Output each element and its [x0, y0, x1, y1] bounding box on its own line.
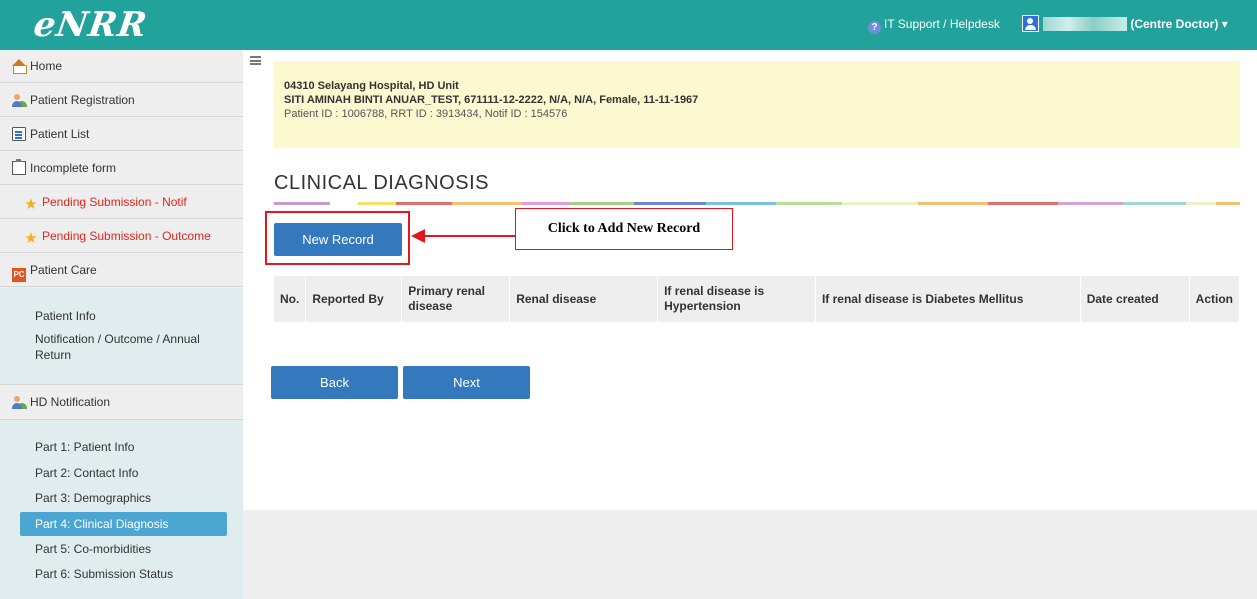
sidebar-item-label: Pending Submission - Outcome: [42, 229, 211, 243]
sidebar-item-patient-list[interactable]: Patient List: [0, 118, 243, 151]
patient-care-submenu: Patient Info Notification / Outcome / An…: [0, 288, 243, 385]
sidebar: Home Patient Registration Patient List I…: [0, 50, 243, 599]
patient-info-banner: 04310 Selayang Hospital, HD Unit SITI AM…: [274, 61, 1240, 148]
home-icon: [12, 59, 27, 74]
pc-icon: PC: [12, 268, 26, 282]
sidebar-link-notification-outcome[interactable]: Notification / Outcome / Annual Return: [35, 331, 215, 363]
sidebar-item-label: Patient List: [30, 127, 90, 141]
patient-details: SITI AMINAH BINTI ANUAR_TEST, 671111-12-…: [284, 94, 699, 106]
sidebar-item-hd-notification[interactable]: HD Notification: [0, 385, 243, 420]
sidebar-item-incomplete-form[interactable]: Incomplete form: [0, 152, 243, 185]
table-header-row: No. Reported By Primary renal disease Re…: [274, 276, 1241, 322]
sidebar-item-label: Home: [30, 59, 63, 73]
sidebar-item-home[interactable]: Home: [0, 50, 243, 83]
sidebar-item-pending-outcome[interactable]: ★ Pending Submission - Outcome: [0, 220, 243, 253]
user-menu[interactable]: (Centre Doctor) ▾: [1022, 15, 1228, 32]
col-header-renal-disease[interactable]: Renal disease: [509, 276, 659, 322]
sidebar-link-part6[interactable]: Part 6: Submission Status: [35, 566, 173, 582]
back-button[interactable]: Back: [271, 366, 398, 399]
patient-ids: Patient ID : 1006788, RRT ID : 3913434, …: [284, 108, 568, 120]
user-avatar-icon: [1022, 15, 1039, 32]
callout-arrow-icon: [411, 229, 517, 243]
col-header-diabetes-mellitus[interactable]: If renal disease is Diabetes Mellitus: [815, 276, 1081, 322]
col-header-reported-by[interactable]: Reported By: [305, 276, 403, 322]
helpdesk-label: IT Support / Helpdesk: [884, 17, 1000, 31]
sidebar-item-label: Pending Submission - Notif: [42, 195, 187, 209]
page-title: CLINICAL DIAGNOSIS: [274, 172, 489, 194]
new-record-button[interactable]: New Record: [274, 223, 402, 256]
sidebar-item-label: HD Notification: [30, 395, 111, 409]
clinical-diagnosis-table: No. Reported By Primary renal disease Re…: [274, 276, 1241, 322]
hd-notification-submenu: Part 1: Patient Info Part 2: Contact Inf…: [0, 420, 243, 599]
footer-area: [243, 510, 1257, 599]
sidebar-item-label: Incomplete form: [30, 161, 117, 175]
helpdesk-link[interactable]: ? IT Support / Helpdesk: [868, 17, 1000, 34]
sidebar-link-patient-info[interactable]: Patient Info: [35, 308, 96, 324]
sidebar-link-part3[interactable]: Part 3: Demographics: [35, 490, 151, 506]
top-header-bar: eNRR ? IT Support / Helpdesk (Centre Doct…: [0, 0, 1257, 50]
user-role-label: (Centre Doctor): [1130, 17, 1219, 31]
people-icon: [12, 93, 26, 107]
star-icon: ★: [24, 196, 38, 213]
sidebar-link-part4-active[interactable]: Part 4: Clinical Diagnosis: [20, 512, 227, 536]
sidebar-item-pending-notif[interactable]: ★ Pending Submission - Notif: [0, 186, 243, 219]
sidebar-link-part1[interactable]: Part 1: Patient Info: [35, 439, 134, 455]
menu-toggle-icon[interactable]: [250, 56, 261, 65]
clipboard-icon: [12, 159, 26, 175]
list-icon: [12, 127, 26, 141]
help-icon: ?: [868, 21, 881, 34]
app-logo[interactable]: eNRR: [31, 5, 150, 45]
col-header-primary-renal-disease[interactable]: Primary renal disease: [401, 276, 511, 322]
col-header-action[interactable]: Action: [1189, 276, 1241, 322]
sidebar-link-part5[interactable]: Part 5: Co-morbidities: [35, 541, 151, 557]
col-header-no[interactable]: No.: [274, 276, 307, 322]
sidebar-item-patient-registration[interactable]: Patient Registration: [0, 84, 243, 117]
title-divider: [274, 202, 1240, 205]
people-icon: [12, 395, 26, 409]
sidebar-link-part2[interactable]: Part 2: Contact Info: [35, 465, 138, 481]
centre-name: 04310 Selayang Hospital, HD Unit: [284, 80, 459, 92]
sidebar-item-label: Patient Care: [30, 263, 97, 277]
star-icon: ★: [24, 230, 38, 247]
sidebar-item-label: Patient Registration: [30, 93, 135, 107]
instruction-callout: Click to Add New Record: [515, 208, 733, 250]
redacted-username: [1043, 17, 1127, 31]
chevron-down-icon: ▾: [1221, 17, 1228, 31]
next-button[interactable]: Next: [403, 366, 530, 399]
col-header-hypertension[interactable]: If renal disease is Hypertension: [657, 276, 816, 322]
sidebar-item-patient-care[interactable]: PC Patient Care: [0, 254, 243, 287]
col-header-date-created[interactable]: Date created: [1080, 276, 1190, 322]
